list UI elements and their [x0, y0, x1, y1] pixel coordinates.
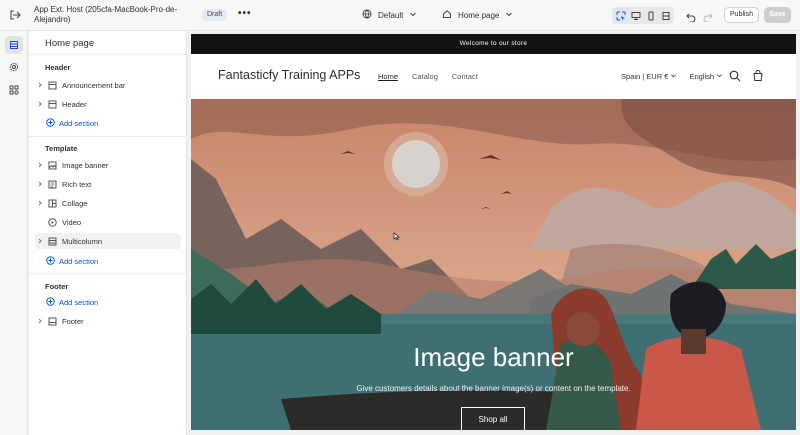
banner-illustration	[191, 99, 796, 430]
sections-icon[interactable]	[5, 36, 23, 54]
exit-icon[interactable]	[8, 8, 24, 24]
viewport-toggle	[612, 7, 674, 24]
pointer-cursor-icon	[393, 228, 400, 246]
store-preview: Welcome to our store Fantasticfy Trainin…	[191, 34, 796, 430]
language-label: English	[689, 72, 715, 81]
nav-home[interactable]: Home	[378, 72, 398, 81]
section-label: Announcement bar	[62, 80, 126, 90]
nav-catalog[interactable]: Catalog	[412, 72, 438, 81]
plus-circle-icon	[46, 297, 55, 308]
section-label: Footer	[62, 316, 84, 326]
add-section-label: Add section	[59, 119, 99, 128]
add-section-label: Add section	[59, 257, 99, 266]
home-icon	[442, 9, 452, 21]
section-label: Image banner	[62, 160, 109, 170]
chevron-right-icon[interactable]	[35, 181, 45, 187]
editor-rail	[0, 31, 28, 435]
chevron-right-icon[interactable]	[35, 318, 45, 324]
chevron-down-icon	[671, 74, 677, 78]
section-header[interactable]: Header	[35, 96, 181, 112]
chevron-right-icon[interactable]	[35, 101, 45, 107]
desktop-icon[interactable]	[628, 8, 643, 23]
undo-icon[interactable]	[686, 9, 696, 27]
section-rich-text[interactable]: Rich text	[35, 176, 181, 192]
collage-icon	[46, 199, 58, 208]
announcement-bar[interactable]: Welcome to our store	[191, 34, 796, 54]
text-icon	[46, 180, 58, 189]
section-label: Video	[62, 217, 82, 227]
section-video[interactable]: Video	[35, 214, 181, 230]
editor-topbar: App Ext. Host (205cfa-MacBook-Pro-de-Ale…	[0, 0, 800, 31]
chevron-right-icon[interactable]	[35, 82, 45, 88]
apps-icon[interactable]	[5, 81, 23, 99]
section-announcement-bar[interactable]: Announcement bar	[35, 77, 181, 93]
save-button[interactable]: Save	[764, 7, 791, 23]
globe-icon	[362, 9, 372, 21]
mobile-icon[interactable]	[643, 8, 658, 23]
divider	[29, 136, 187, 137]
divider	[29, 54, 187, 55]
image-icon	[46, 161, 58, 170]
publish-button[interactable]: Publish	[724, 7, 759, 23]
section-icon	[46, 100, 58, 109]
divider	[29, 273, 187, 274]
locale-selectors: Spain | EUR € English	[621, 72, 723, 81]
sections-sidebar: Home page Header Announcement bar Header…	[29, 31, 187, 435]
main-nav: Home Catalog Contact	[378, 72, 478, 81]
banner-subheading: Give customers details about the banner …	[356, 384, 631, 393]
theme-label: Default	[378, 10, 404, 20]
add-section-template[interactable]: Add section	[46, 256, 98, 267]
add-section-label: Add section	[59, 298, 99, 307]
plus-circle-icon	[46, 256, 55, 267]
section-label: Header	[62, 99, 87, 109]
chevron-right-icon[interactable]	[35, 238, 45, 244]
chevron-right-icon[interactable]	[35, 200, 45, 206]
search-icon[interactable]	[729, 69, 741, 87]
shop-all-button[interactable]: Shop all	[461, 407, 525, 430]
add-section-header[interactable]: Add section	[46, 118, 98, 129]
status-badge: Draft	[202, 9, 228, 21]
group-header-label: Header	[45, 63, 71, 72]
store-header: Fantasticfy Training APPs Home Catalog C…	[191, 54, 796, 99]
columns-icon	[46, 237, 58, 246]
inspector-icon[interactable]	[613, 8, 628, 23]
app-title: App Ext. Host (205cfa-MacBook-Pro-de-Ale…	[34, 5, 178, 24]
store-logo[interactable]: Fantasticfy Training APPs	[218, 68, 360, 82]
language-selector[interactable]: English	[689, 72, 723, 81]
chevron-right-icon[interactable]	[35, 162, 45, 168]
page-title: Home page	[45, 38, 95, 49]
section-icon	[46, 317, 58, 326]
plus-circle-icon	[46, 118, 55, 129]
group-footer-label: Footer	[45, 282, 69, 291]
chevron-down-icon	[717, 74, 723, 78]
banner-heading: Image banner	[413, 342, 574, 372]
add-section-footer[interactable]: Add section	[46, 297, 98, 308]
cart-icon[interactable]	[752, 69, 764, 87]
chevron-down-icon	[505, 10, 513, 20]
section-multicolumn[interactable]: Multicolumn	[35, 233, 181, 249]
theme-selector[interactable]: Default	[362, 9, 417, 21]
group-template-label: Template	[45, 144, 78, 153]
page-selector[interactable]: Home page	[442, 9, 513, 21]
currency-label: Spain | EUR €	[621, 72, 669, 81]
section-label: Rich text	[62, 179, 92, 189]
redo-icon[interactable]	[703, 9, 713, 27]
section-icon	[46, 81, 58, 90]
section-collage[interactable]: Collage	[35, 195, 181, 211]
image-banner[interactable]: Image banner Give customers details abou…	[191, 99, 796, 430]
chevron-down-icon	[409, 10, 417, 20]
currency-selector[interactable]: Spain | EUR €	[621, 72, 677, 81]
section-label: Multicolumn	[62, 236, 103, 246]
fullscreen-icon[interactable]	[658, 8, 673, 23]
more-actions-button[interactable]: •••	[238, 8, 252, 19]
section-image-banner[interactable]: Image banner	[35, 157, 181, 173]
section-label: Collage	[62, 198, 88, 208]
gear-icon[interactable]	[5, 58, 23, 76]
page-label: Home page	[458, 10, 500, 20]
nav-contact[interactable]: Contact	[452, 72, 478, 81]
play-icon	[46, 217, 58, 227]
section-footer[interactable]: Footer	[35, 313, 181, 329]
